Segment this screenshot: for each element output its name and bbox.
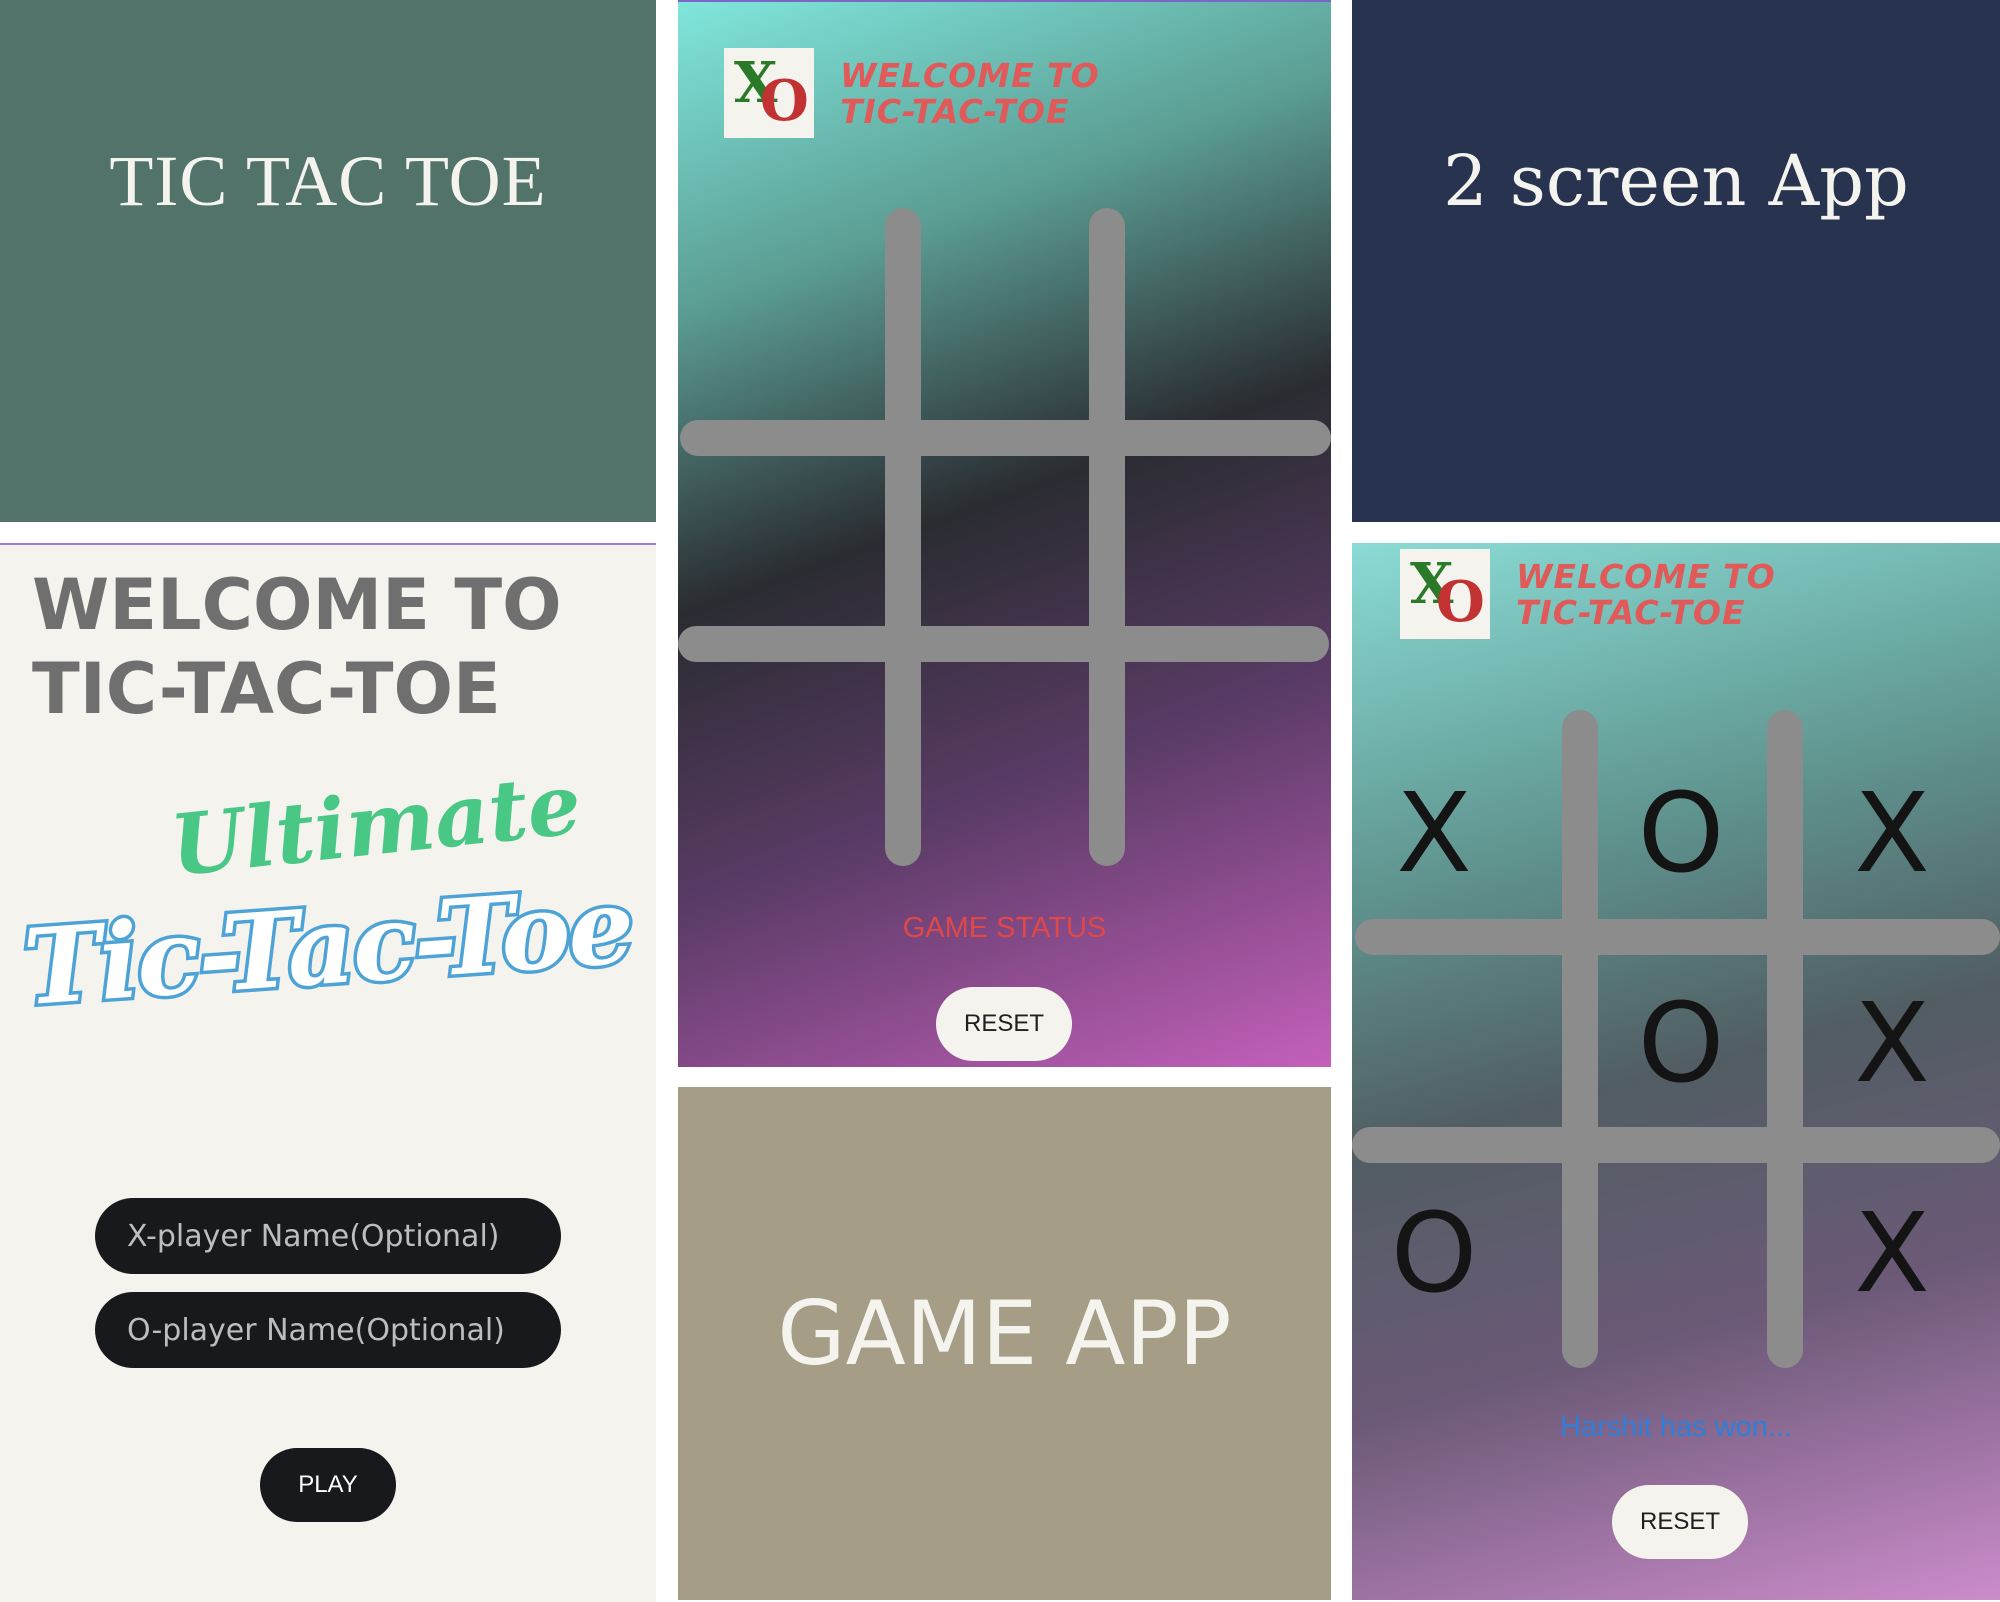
app-logo-icon: X O xyxy=(1400,549,1490,639)
grid-line-horizontal xyxy=(1352,1127,2000,1163)
welcome-screen: WELCOME TO TIC-TAC-TOE Ultimate Tic-Tac-… xyxy=(0,543,656,1602)
board-cell[interactable]: X xyxy=(1817,758,1967,908)
game-screen-empty: X O WELCOME TO TIC-TAC-TOE GAME STATUS R… xyxy=(678,0,1331,1067)
board-cell[interactable]: O xyxy=(1606,968,1756,1118)
grid-line-vertical xyxy=(1562,710,1598,1368)
grid-line-horizontal xyxy=(680,420,1331,456)
banner-line1: WELCOME TO xyxy=(1516,557,1776,596)
board-cell[interactable]: X xyxy=(1359,758,1509,908)
grid-line-vertical xyxy=(1767,710,1803,1368)
logo-o-letter: O xyxy=(1436,569,1485,635)
board-cell[interactable] xyxy=(1128,674,1278,824)
board-cell[interactable]: X xyxy=(1817,1178,1967,1328)
play-button[interactable]: PLAY xyxy=(260,1448,396,1522)
board-cell[interactable]: X xyxy=(1817,968,1967,1118)
grid-line-vertical xyxy=(1089,208,1125,866)
welcome-title-line1: WELCOME TO xyxy=(32,564,562,646)
board-cell[interactable] xyxy=(736,232,886,382)
game-screen-finished: X O WELCOME TO TIC-TAC-TOE X O X O X O X… xyxy=(1352,543,2000,1600)
board-cell[interactable] xyxy=(1359,968,1509,1118)
game-status-text: Harshit has won... xyxy=(1559,1411,1793,1443)
board-cell[interactable] xyxy=(1606,1178,1756,1328)
game-app-tile-text: GAME APP xyxy=(777,1282,1232,1385)
game-status-text: GAME STATUS xyxy=(902,912,1107,944)
banner-line2: TIC-TAC-TOE xyxy=(840,92,1070,131)
board-cell[interactable] xyxy=(736,674,886,824)
board-cell[interactable]: O xyxy=(1359,1178,1509,1328)
reset-button[interactable]: RESET xyxy=(936,987,1072,1061)
logo-o-letter: O xyxy=(760,68,809,134)
welcome-banner: WELCOME TO TIC-TAC-TOE xyxy=(1516,559,1776,631)
grid-line-vertical xyxy=(885,208,921,866)
board-cell[interactable] xyxy=(930,232,1080,382)
app-logo-icon: X O xyxy=(724,48,814,138)
grid-line-horizontal xyxy=(678,626,1329,662)
welcome-banner: WELCOME TO TIC-TAC-TOE xyxy=(840,58,1100,130)
board-cell[interactable] xyxy=(736,464,886,614)
banner-line1: WELCOME TO xyxy=(840,56,1100,95)
board-cell[interactable] xyxy=(1128,232,1278,382)
welcome-title: WELCOME TO TIC-TAC-TOE xyxy=(32,563,652,731)
welcome-title-line2: TIC-TAC-TOE xyxy=(32,648,501,730)
app-tile-text: 2 screen App xyxy=(1443,140,1909,222)
o-player-name-input[interactable] xyxy=(95,1292,561,1368)
board-cell[interactable] xyxy=(930,464,1080,614)
board-cell[interactable] xyxy=(930,674,1080,824)
board-cell[interactable] xyxy=(1128,464,1278,614)
app-tile: 2 screen App xyxy=(1352,0,2000,522)
game-app-tile: GAME APP xyxy=(678,1087,1331,1600)
board-cell[interactable]: O xyxy=(1606,758,1756,908)
x-player-name-input[interactable] xyxy=(95,1198,561,1274)
title-tile-text: TIC TAC TOE xyxy=(109,141,547,221)
grid-line-horizontal xyxy=(1355,919,2000,955)
reset-button[interactable]: RESET xyxy=(1612,1485,1748,1559)
logo-tic-tac-toe-text: Tic-Tac-Toe xyxy=(16,860,639,1032)
banner-line2: TIC-TAC-TOE xyxy=(1516,593,1746,632)
title-tile: TIC TAC TOE xyxy=(0,0,656,522)
